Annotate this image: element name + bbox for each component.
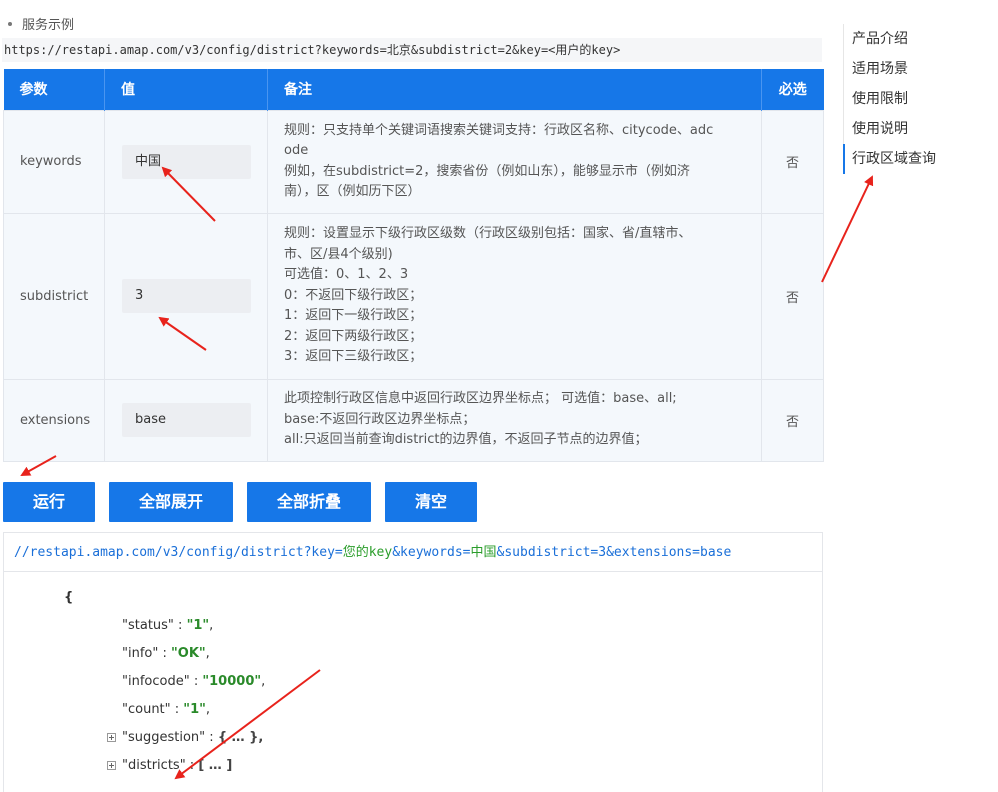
header-param: 参数 <box>3 69 105 110</box>
json-tail: , <box>209 618 214 633</box>
extensions-input[interactable]: base <box>122 403 251 437</box>
bullet-icon <box>8 21 12 26</box>
result-url: //restapi.amap.com/v3/config/district?ke… <box>3 532 823 572</box>
json-sep: : <box>185 758 199 773</box>
json-open-brace: { <box>64 590 74 605</box>
note-line: all:只返回当前查询district的边界值，不返回子节点的边界值； <box>284 432 648 448</box>
side-nav: 产品介绍 适用场景 使用限制 使用说明 行政区域查询 <box>843 24 993 174</box>
json-field-infocode: "infocode" : "10000", <box>122 674 265 689</box>
note-line: 可选值：0、1、2、3 <box>284 267 409 283</box>
header-required: 必选 <box>761 69 824 110</box>
json-field-status: "status" : "1", <box>122 618 213 633</box>
header-value: 值 <box>104 69 268 110</box>
note-line: 此项控制行政区信息中返回行政区边界坐标点； 可选值：base、all; <box>284 391 677 407</box>
url-part: &subdistrict=3&extensions=base <box>496 545 732 560</box>
json-key: "count" <box>122 702 171 717</box>
note-line: 规则：设置显示下级行政区级数（行政区级别包括：国家、省/直辖市、 <box>284 226 692 242</box>
param-note: 此项控制行政区信息中返回行政区边界坐标点； 可选值：base、all; base… <box>267 378 762 462</box>
json-field-info: "info" : "OK", <box>122 646 210 661</box>
param-row-subdistrict: subdistrict 3 规则：设置显示下级行政区级数（行政区级别包括：国家、… <box>3 212 824 380</box>
json-sep: : <box>158 646 171 661</box>
side-nav-item-district-query[interactable]: 行政区域查询 <box>843 144 993 174</box>
param-name: keywords <box>3 109 105 214</box>
url-key-highlight: 您的key <box>342 545 393 560</box>
json-value: "1" <box>186 618 210 633</box>
param-note: 规则：只支持单个关键词语搜索关键词支持：行政区名称、citycode、adc o… <box>267 109 762 214</box>
side-nav-item-intro[interactable]: 产品介绍 <box>843 24 993 54</box>
json-sep: : <box>173 618 187 633</box>
url-key-highlight: 中国 <box>470 545 497 560</box>
note-line: 3：返回下三级行政区； <box>284 349 423 365</box>
json-key: "districts" <box>122 758 186 773</box>
json-tail: , <box>205 646 210 661</box>
collapse-all-button[interactable]: 全部折叠 <box>247 482 371 522</box>
param-required: 否 <box>761 378 824 462</box>
note-line: ode <box>284 143 309 158</box>
json-sep: : <box>205 730 218 745</box>
side-nav-item-scenarios[interactable]: 适用场景 <box>843 54 993 84</box>
param-name: subdistrict <box>3 212 105 380</box>
note-line: 南），区（例如历下区） <box>284 184 421 199</box>
expand-plus-icon[interactable] <box>107 761 116 770</box>
json-key: "infocode" <box>122 674 190 689</box>
json-key: "status" <box>122 618 174 633</box>
keywords-input[interactable]: 中国 <box>122 144 251 179</box>
arrow-to-side-nav <box>821 175 874 283</box>
section-title-text: 服务示例 <box>22 18 75 33</box>
note-line: 2：返回下两级行政区； <box>284 328 423 344</box>
json-sep: : <box>170 702 184 717</box>
json-field-count: "count" : "1", <box>122 702 210 717</box>
param-required: 否 <box>761 109 824 214</box>
param-name: extensions <box>3 378 105 462</box>
section-title: 服务示例 <box>8 14 74 33</box>
json-key: "suggestion" <box>122 730 206 745</box>
json-tail: , <box>205 702 211 717</box>
header-note: 备注 <box>267 69 762 110</box>
expand-all-button[interactable]: 全部展开 <box>109 482 233 522</box>
json-collapsed-suggestion[interactable]: "suggestion" : { … }, <box>107 730 263 745</box>
note-line: 例如，在subdistrict=2，搜索省份（例如山东），能够显示市（例如济 <box>284 163 690 179</box>
param-note: 规则：设置显示下级行政区级数（行政区级别包括：国家、省/直辖市、 市、区/县4个… <box>267 212 762 380</box>
json-collapsed-value[interactable]: [ … ] <box>198 758 232 773</box>
note-line: base:不返回行政区边界坐标点； <box>284 411 476 427</box>
url-part: //restapi.amap.com/v3/config/district?ke… <box>14 545 343 560</box>
json-sep: : <box>189 674 203 689</box>
url-part: &keywords= <box>392 545 471 560</box>
subdistrict-input[interactable]: 3 <box>122 279 251 313</box>
clear-button[interactable]: 清空 <box>385 482 477 522</box>
json-collapsed-districts[interactable]: "districts" : [ … ] <box>107 758 232 773</box>
json-value: "10000" <box>202 674 262 689</box>
json-value: "OK" <box>171 646 206 661</box>
json-result-panel: { "status" : "1", "info" : "OK", "infoco… <box>3 572 823 792</box>
request-url: https://restapi.amap.com/v3/config/distr… <box>2 38 822 62</box>
params-table: 参数 值 备注 必选 keywords 中国 规则：只支持单个关键词语搜索关键词… <box>3 69 824 462</box>
run-button[interactable]: 运行 <box>3 482 95 522</box>
note-line: 市、区/县4个级别) <box>284 246 393 262</box>
json-collapsed-value[interactable]: { … }, <box>218 730 264 745</box>
note-line: 规则：只支持单个关键词语搜索关键词支持：行政区名称、citycode、adc <box>284 122 714 138</box>
json-value: "1" <box>183 702 206 717</box>
params-header-row: 参数 值 备注 必选 <box>3 69 824 110</box>
side-nav-item-limits[interactable]: 使用限制 <box>843 84 993 114</box>
json-tail: , <box>261 674 266 689</box>
param-row-extensions: extensions base 此项控制行政区信息中返回行政区边界坐标点； 可选… <box>3 378 824 462</box>
param-required: 否 <box>761 212 824 380</box>
note-line: 0：不返回下级行政区； <box>284 287 423 303</box>
note-line: 1：返回下一级行政区； <box>284 308 423 324</box>
side-nav-item-usage[interactable]: 使用说明 <box>843 114 993 144</box>
json-key: "info" <box>122 646 159 661</box>
param-row-keywords: keywords 中国 规则：只支持单个关键词语搜索关键词支持：行政区名称、ci… <box>3 109 824 214</box>
expand-plus-icon[interactable] <box>107 733 116 742</box>
